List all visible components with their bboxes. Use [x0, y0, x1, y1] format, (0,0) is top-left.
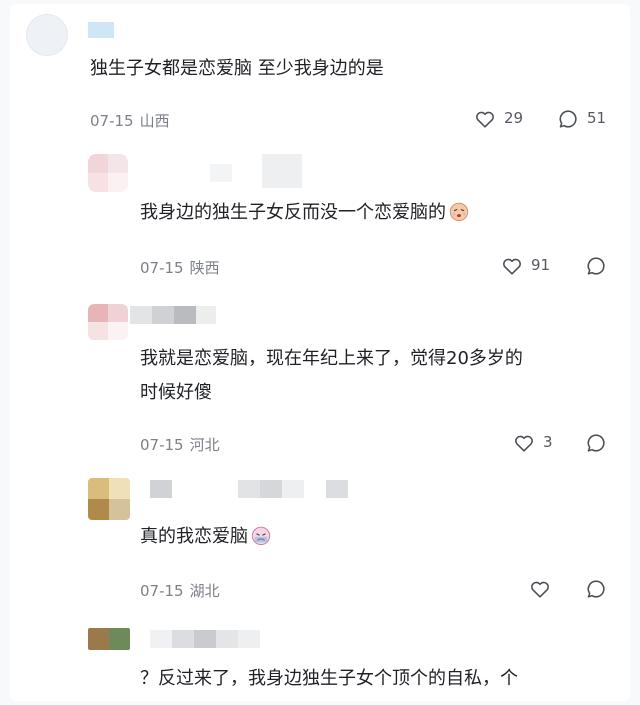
- reply-button[interactable]: [585, 578, 607, 600]
- comment-location: 陕西: [189, 259, 220, 277]
- reply-button[interactable]: [585, 432, 607, 454]
- comment-text-line-2: 时候好傻: [140, 382, 212, 403]
- like-button[interactable]: [501, 255, 523, 277]
- comment-date: 07-15: [90, 112, 134, 130]
- comment-meta: 07-15 河北: [140, 434, 220, 455]
- like-count: 91: [531, 256, 551, 274]
- comment-date: 07-15: [140, 259, 184, 277]
- heart-icon: [476, 111, 494, 128]
- username-blurred[interactable]: [150, 628, 280, 650]
- like-button[interactable]: [474, 108, 496, 130]
- sad-face-emoji-icon: [251, 526, 271, 546]
- comment-bubble-icon: [587, 434, 605, 452]
- comment-meta: 07-15 陕西: [140, 257, 220, 278]
- username-blurred[interactable]: [88, 22, 114, 38]
- comment-meta: 07-15 山西: [90, 110, 170, 131]
- comment-location: 山西: [139, 112, 170, 130]
- heart-icon: [503, 258, 521, 275]
- comment-date: 07-15: [140, 582, 184, 600]
- comment-list: 独生子女都是恋爱脑 至少我身边的是 07-15 山西 29 51 我身边的独生子女…: [10, 4, 630, 701]
- heart-icon: [531, 581, 549, 598]
- avatar[interactable]: [88, 628, 130, 650]
- comment-text: ？反过来了，我身边独生子女个顶个的自私，个: [140, 668, 518, 689]
- comment-location: 河北: [189, 436, 220, 454]
- comment-text-content: 我身边的独生子女反而没一个恋爱脑的: [140, 202, 446, 223]
- username-blurred[interactable]: [150, 478, 360, 500]
- comment-text: 我身边的独生子女反而没一个恋爱脑的: [140, 196, 470, 230]
- username-blurred[interactable]: [130, 304, 220, 326]
- comment-text-content: 真的我恋爱脑: [140, 526, 248, 547]
- like-count: 3: [543, 433, 553, 451]
- avatar[interactable]: [88, 304, 128, 340]
- like-count: 29: [504, 109, 524, 127]
- avatar[interactable]: [88, 154, 128, 192]
- like-button[interactable]: [529, 578, 551, 600]
- comment-bubble-icon: [587, 257, 605, 275]
- comment-text: 真的我恋爱脑: [140, 520, 272, 554]
- avatar[interactable]: [88, 478, 130, 520]
- comment-text: 独生子女都是恋爱脑 至少我身边的是: [90, 58, 384, 79]
- heart-icon: [515, 435, 533, 452]
- reply-button[interactable]: [585, 255, 607, 277]
- username-blurred[interactable]: [210, 154, 306, 190]
- comment-location: 湖北: [189, 582, 220, 600]
- reply-button[interactable]: [557, 108, 579, 130]
- like-button[interactable]: [513, 432, 535, 454]
- comment-bubble-icon: [587, 580, 605, 598]
- comment-date: 07-15: [140, 436, 184, 454]
- crying-face-emoji-icon: [449, 202, 469, 222]
- comment-text-line-1: 我就是恋爱脑，现在年纪上来了，觉得20多岁的: [140, 348, 523, 369]
- reply-count: 51: [587, 109, 607, 127]
- avatar[interactable]: [26, 14, 68, 56]
- comment-meta: 07-15 湖北: [140, 580, 220, 601]
- comment-bubble-icon: [559, 110, 577, 128]
